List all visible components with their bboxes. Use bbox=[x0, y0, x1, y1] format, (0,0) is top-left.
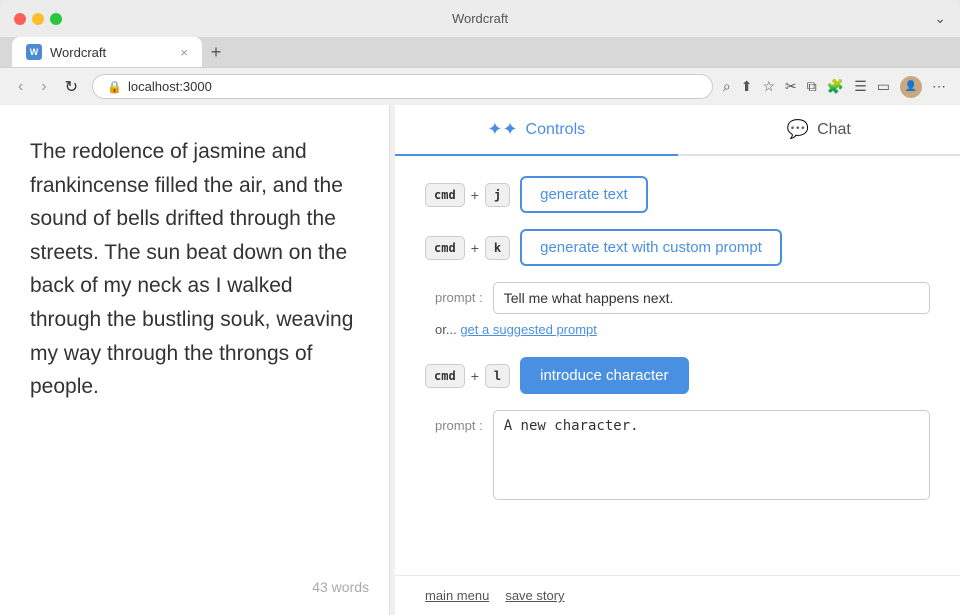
plus-j: + bbox=[471, 187, 479, 203]
introduce-character-row: cmd + l introduce character bbox=[425, 357, 930, 394]
browser-tab[interactable]: W Wordcraft × bbox=[12, 37, 202, 67]
prompt-input-custom[interactable] bbox=[493, 282, 930, 314]
minimize-button[interactable] bbox=[32, 13, 44, 25]
panel-footer: main menu save story bbox=[395, 575, 960, 615]
key-k: k bbox=[485, 236, 510, 260]
share-icon[interactable]: ⬆ bbox=[741, 78, 753, 95]
tab-chat-label: Chat bbox=[817, 121, 851, 139]
tab-controls-label: Controls bbox=[526, 121, 586, 139]
bookmark-icon[interactable]: ☆ bbox=[762, 78, 775, 95]
close-button[interactable] bbox=[14, 13, 26, 25]
introduce-character-button[interactable]: introduce character bbox=[520, 357, 688, 394]
lock-icon: 🔒 bbox=[107, 80, 122, 94]
chat-icon: 💬 bbox=[787, 119, 809, 140]
story-text: The redolence of jasmine and frankincens… bbox=[30, 135, 359, 404]
cmd-badge-j: cmd + j bbox=[425, 183, 510, 207]
toolbar-icons: ⌕ ⬆ ☆ ✂ ⧉ 🧩 ☰ ▭ 👤 ⋯ bbox=[723, 76, 946, 98]
key-l: l bbox=[485, 364, 510, 388]
window-controls-icon[interactable]: ⌄ bbox=[934, 10, 946, 27]
traffic-lights bbox=[14, 13, 62, 25]
app-container: The redolence of jasmine and frankincens… bbox=[0, 105, 960, 615]
scissors-icon[interactable]: ✂ bbox=[785, 78, 797, 95]
generate-text-row: cmd + j generate text bbox=[425, 176, 930, 213]
text-editor-panel: The redolence of jasmine and frankincens… bbox=[0, 105, 390, 615]
reload-button[interactable]: ↻ bbox=[61, 75, 82, 99]
window-title: Wordcraft bbox=[452, 11, 508, 26]
word-count: 43 words bbox=[312, 579, 369, 595]
controls-panel: ✦✦ Controls 💬 Chat cmd + j generate text bbox=[395, 105, 960, 615]
back-button[interactable]: ‹ bbox=[14, 76, 27, 98]
tab-favicon: W bbox=[26, 44, 42, 60]
tab-close-button[interactable]: × bbox=[180, 45, 188, 60]
plus-l: + bbox=[471, 368, 479, 384]
avatar[interactable]: 👤 bbox=[900, 76, 922, 98]
or-text: or... bbox=[435, 322, 457, 337]
cmd-badge-k: cmd + k bbox=[425, 236, 510, 260]
prompt-label-custom: prompt : bbox=[435, 282, 483, 305]
save-story-link[interactable]: save story bbox=[505, 588, 564, 603]
key-j: j bbox=[485, 183, 510, 207]
tab-title: Wordcraft bbox=[50, 45, 106, 60]
prompt-row-custom: prompt : bbox=[425, 282, 930, 314]
tab-chat[interactable]: 💬 Chat bbox=[678, 105, 960, 154]
prompt-label-character: prompt : bbox=[435, 410, 483, 433]
sidebar-icon[interactable]: ▭ bbox=[877, 78, 890, 95]
title-bar: Wordcraft ⌄ bbox=[0, 0, 960, 37]
plus-k: + bbox=[471, 240, 479, 256]
address-bar: ‹ › ↻ 🔒 localhost:3000 ⌕ ⬆ ☆ ✂ ⧉ 🧩 ☰ ▭ 👤… bbox=[0, 67, 960, 105]
new-tab-button[interactable]: + bbox=[202, 38, 230, 66]
suggest-row: or... get a suggested prompt bbox=[425, 322, 930, 337]
cmd-key-j: cmd bbox=[425, 183, 465, 207]
copy-icon[interactable]: ⧉ bbox=[807, 78, 817, 95]
menu-icon[interactable]: ☰ bbox=[854, 78, 867, 95]
prompt-textarea-character[interactable]: A new character. bbox=[493, 410, 930, 500]
url-bar[interactable]: 🔒 localhost:3000 bbox=[92, 74, 713, 99]
sparkle-icon: ✦✦ bbox=[487, 119, 517, 140]
cmd-badge-l: cmd + l bbox=[425, 364, 510, 388]
maximize-button[interactable] bbox=[50, 13, 62, 25]
suggest-prompt-link[interactable]: get a suggested prompt bbox=[460, 322, 597, 337]
cmd-key-k: cmd bbox=[425, 236, 465, 260]
generate-text-custom-row: cmd + k generate text with custom prompt bbox=[425, 229, 930, 266]
generate-text-custom-button[interactable]: generate text with custom prompt bbox=[520, 229, 782, 266]
panel-tab-bar: ✦✦ Controls 💬 Chat bbox=[395, 105, 960, 156]
prompt-row-character: prompt : A new character. bbox=[425, 410, 930, 500]
url-text: localhost:3000 bbox=[128, 79, 212, 94]
cmd-key-l: cmd bbox=[425, 364, 465, 388]
main-menu-link[interactable]: main menu bbox=[425, 588, 489, 603]
search-icon[interactable]: ⌕ bbox=[723, 78, 731, 95]
browser-chrome: Wordcraft ⌄ W Wordcraft × + ‹ › ↻ 🔒 loca… bbox=[0, 0, 960, 105]
tab-controls[interactable]: ✦✦ Controls bbox=[395, 105, 678, 156]
extensions-icon[interactable]: 🧩 bbox=[827, 78, 844, 95]
more-options-icon[interactable]: ⋯ bbox=[932, 78, 946, 95]
forward-button[interactable]: › bbox=[37, 76, 50, 98]
generate-text-button[interactable]: generate text bbox=[520, 176, 648, 213]
controls-content: cmd + j generate text cmd + k generate t… bbox=[395, 156, 960, 575]
